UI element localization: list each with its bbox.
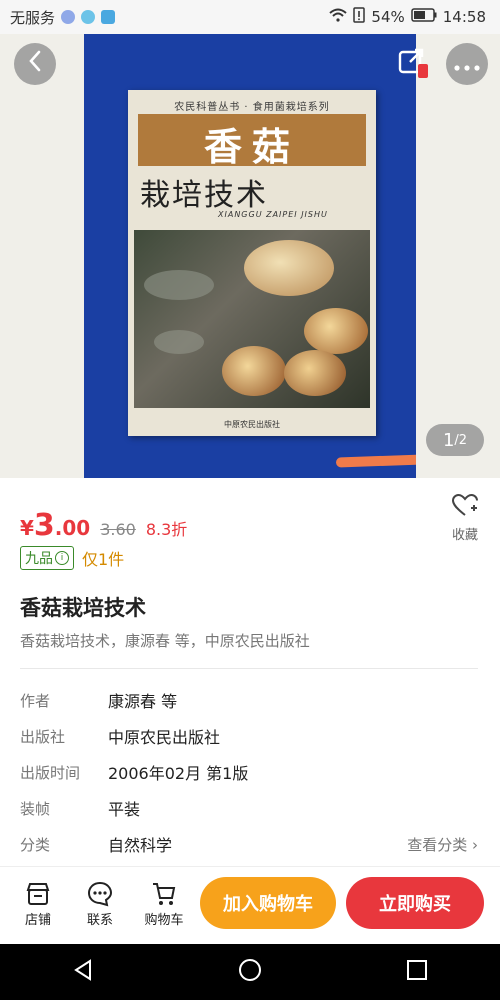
info-icon: i [55,551,69,565]
spec-value: 康源春 等 [108,692,178,711]
app-notification-icon [81,10,96,24]
spec-list: 作者 康源春 等 出版社 中原农民出版社 出版时间 2006年02月 第1版 装… [20,682,480,862]
app-notification-icon [101,10,116,24]
contact-label: 联系 [86,913,113,928]
divider [20,668,478,669]
gallery-current: 1 [442,429,455,451]
original-price: 3.60 [100,520,136,539]
triangle-back-icon [74,959,91,981]
alert-icon [353,7,366,27]
ellipsis-icon [454,52,480,77]
app-notification-icon [61,10,76,24]
cover-title-band: 香菇 [138,114,366,169]
discount-badge: 8.3折 [145,520,188,539]
product-gallery[interactable]: 农民科普丛书 · 食用菌栽培系列 香菇 栽培技术 XIANGGU ZAIPEI … [0,34,500,478]
cover-pinyin: XIANGGU ZAIPEI JISHU [218,210,328,219]
currency-symbol: ¥ [20,516,34,540]
nav-home-button[interactable] [238,958,262,986]
spec-row-category: 分类 自然科学 查看分类 › [20,826,480,862]
nav-recents-button[interactable] [406,959,428,985]
add-to-cart-button[interactable]: 加入购物车 [200,877,336,929]
cover-series: 农民科普丛书 · 食用菌栽培系列 [174,102,330,113]
cover-publisher: 中原农民出版社 [224,420,280,429]
cover-mushroom-picture [134,230,370,408]
share-icon [396,44,430,82]
square-recents-icon [407,960,427,980]
spec-value: 自然科学 [108,836,173,855]
bottom-action-bar: 店铺 联系 购物车 加入购物车 立即购买 [0,866,500,945]
chevron-left-icon [27,49,43,80]
product-photo[interactable]: 农民科普丛书 · 食用菌栽培系列 香菇 栽培技术 XIANGGU ZAIPEI … [84,34,416,478]
shop-label: 店铺 [24,913,51,928]
favorite-button[interactable]: 收藏 [444,493,486,543]
system-nav-bar [0,944,500,1000]
stock-label: 仅1件 [82,550,125,569]
view-category-link[interactable]: 查看分类 › [407,834,478,855]
spec-value: 平装 [108,800,141,819]
shop-icon [18,879,58,909]
back-button[interactable] [14,43,56,85]
price-row: ¥3.00 3.60 8.3折 [20,508,187,543]
circle-home-icon [239,959,261,981]
carrier-label: 无服务 [10,8,56,27]
spec-row-author: 作者 康源春 等 [20,682,480,718]
spec-row-binding: 装帧 平装 [20,790,480,826]
nav-back-button[interactable] [72,959,94,985]
battery-icon [411,8,437,26]
spec-key: 装帧 [20,799,51,818]
buy-now-button[interactable]: 立即购买 [346,877,484,929]
gallery-page-indicator: 1/2 [426,424,484,456]
cover-title-main: 香菇 [203,124,300,169]
current-price: ¥3.00 [20,508,90,543]
spec-key: 作者 [20,691,51,710]
condition-badge[interactable]: 九品 i [20,546,74,570]
spec-key: 出版社 [20,727,66,746]
spec-value: 2006年02月 第1版 [108,764,249,783]
shop-button[interactable]: 店铺 [18,879,58,928]
chat-icon [80,879,120,909]
cart-button[interactable]: 购物车 [142,879,186,928]
battery-level: 54% [371,8,405,26]
price-decimal: .00 [54,516,91,540]
product-title: 香菇栽培技术 [20,596,146,620]
gallery-total: /2 [454,432,468,448]
share-button[interactable] [396,46,430,80]
spec-value: 中原农民出版社 [108,728,221,747]
clock: 14:58 [442,8,486,26]
handwritten-mark [335,454,416,468]
cart-label: 购物车 [144,913,184,928]
condition-label: 九品 [25,551,53,567]
contact-button[interactable]: 联系 [80,879,120,928]
wifi-icon [329,8,348,26]
status-bar: 无服务 54% 14:58 [0,0,500,34]
heart-plus-icon [444,493,486,524]
cover-title-sub: 栽培技术 [140,178,268,213]
spec-key: 出版时间 [20,763,81,782]
book-cover: 农民科普丛书 · 食用菌栽培系列 香菇 栽培技术 XIANGGU ZAIPEI … [128,90,376,436]
price-integer: 3 [33,508,55,543]
more-options-button[interactable] [446,43,488,85]
product-subtitle: 香菇栽培技术，康源春 等，中原农民出版社 [20,632,310,650]
spec-row-publisher: 出版社 中原农民出版社 [20,718,480,754]
cart-icon [142,879,186,909]
condition-row: 九品 i 仅1件 [20,546,124,570]
spec-key: 分类 [20,835,51,854]
favorite-label: 收藏 [451,528,478,543]
spec-row-publish-date: 出版时间 2006年02月 第1版 [20,754,480,790]
